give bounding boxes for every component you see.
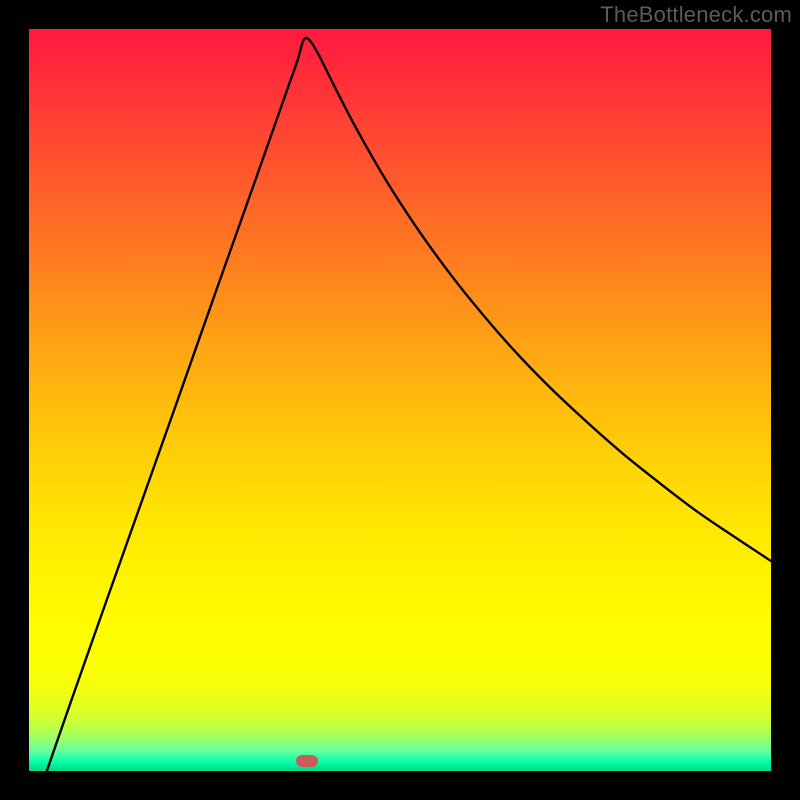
watermark-text: TheBottleneck.com (600, 2, 792, 28)
plot-frame (29, 29, 771, 771)
optimum-marker (296, 755, 318, 767)
gradient-background (29, 29, 771, 771)
chart-outer: TheBottleneck.com (0, 0, 800, 800)
